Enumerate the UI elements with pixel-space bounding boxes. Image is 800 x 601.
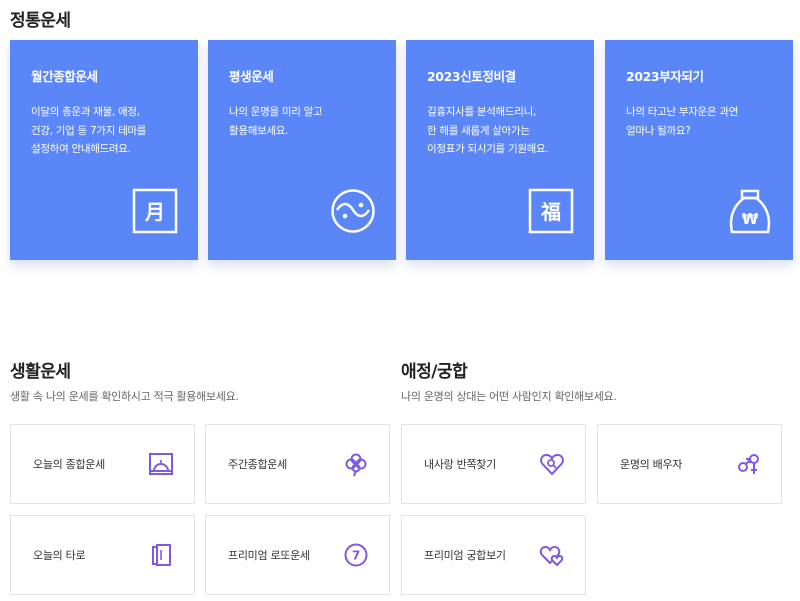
card-desc: 길흉지사를 분석해드리니, 한 해를 새롭게 살아가는 이정표가 되시기를 기원…: [427, 106, 549, 155]
svg-text:福: 福: [540, 200, 561, 224]
item-find-soulmate[interactable]: 내사랑 반쪽찾기: [401, 424, 586, 504]
lotto-ball-icon: 7: [343, 542, 369, 568]
section-title-life: 생활운세: [10, 362, 71, 382]
item-label: 오늘의 종합운세: [33, 458, 105, 471]
item-today-fortune[interactable]: 오늘의 종합운세: [10, 424, 195, 504]
double-heart-icon: [539, 542, 565, 568]
svg-text:₩: ₩: [742, 210, 759, 228]
card-become-rich[interactable]: 2023부자되기 나의 타고난 부자운은 과연 얼마나 될까요? ₩: [605, 40, 793, 260]
card-monthly-fortune[interactable]: 월간종합운세 이달의 총운과 재물, 애정, 건강, 기업 등 7가지 테마를 …: [10, 40, 198, 260]
item-premium-compatibility[interactable]: 프리미엄 궁합보기: [401, 515, 586, 595]
card-lifetime-fortune[interactable]: 평생운세 나의 운명을 미리 알고 활용해보세요.: [208, 40, 396, 260]
card-desc: 나의 운명을 미리 알고 활용해보세요.: [229, 106, 323, 137]
section-title-love: 애정/궁합: [401, 362, 468, 382]
item-label: 오늘의 타로: [33, 549, 86, 562]
gender-symbols-icon: [735, 451, 761, 477]
svg-text:7: 7: [352, 549, 360, 563]
section-desc-life: 생활 속 나의 운세를 확인하시고 적극 활용해보세요.: [10, 390, 239, 403]
card-tojeong-secret[interactable]: 2023신토정비결 길흉지사를 분석해드리니, 한 해를 새롭게 살아가는 이정…: [406, 40, 594, 260]
card-desc: 이달의 총운과 재물, 애정, 건강, 기업 등 7가지 테마를 설정하여 안내…: [31, 106, 147, 155]
item-label: 주간종합운세: [228, 458, 287, 471]
heart-search-icon: [539, 451, 565, 477]
item-premium-lotto[interactable]: 프리미엄 로또운세 7: [205, 515, 390, 595]
item-label: 프리미엄 로또운세: [228, 549, 310, 562]
item-weekly-fortune[interactable]: 주간종합운세: [205, 424, 390, 504]
yin-yang-icon: [330, 188, 376, 234]
card-title: 2023신토정비결: [427, 69, 516, 84]
moon-character-icon: 月: [132, 188, 178, 234]
item-label: 운명의 배우자: [620, 458, 683, 471]
item-label: 프리미엄 궁합보기: [424, 549, 506, 562]
section-title-main: 정통운세: [10, 11, 71, 31]
item-destined-spouse[interactable]: 운명의 배우자: [597, 424, 782, 504]
item-label: 내사랑 반쪽찾기: [424, 458, 496, 471]
clover-icon: [343, 451, 369, 477]
card-desc: 나의 타고난 부자운은 과연 얼마나 될까요?: [626, 106, 739, 137]
svg-text:月: 月: [144, 200, 165, 224]
card-title: 월간종합운세: [31, 69, 98, 84]
card-title: 2023부자되기: [626, 69, 704, 84]
section-desc-love: 나의 운명의 상대는 어떤 사람인지 확인해보세요.: [401, 390, 617, 403]
fortune-character-icon: 福: [528, 188, 574, 234]
item-today-tarot[interactable]: 오늘의 타로: [10, 515, 195, 595]
sunrise-icon: [148, 451, 174, 477]
card-title: 평생운세: [229, 69, 274, 84]
tarot-cards-icon: [148, 542, 174, 568]
money-bag-icon: ₩: [727, 188, 773, 234]
